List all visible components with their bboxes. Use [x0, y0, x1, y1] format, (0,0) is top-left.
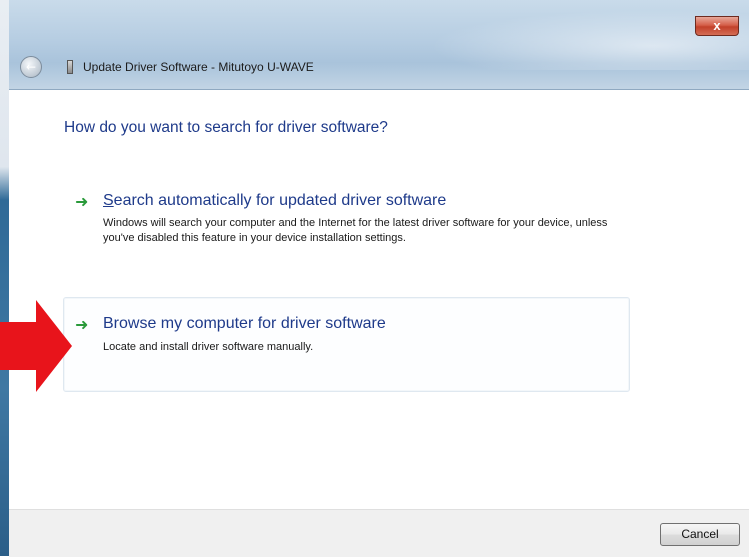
page-heading: How do you want to search for driver sof… — [64, 119, 388, 136]
browse-computer-option[interactable]: ➜ Browse my computer for driver software… — [63, 297, 630, 392]
device-icon — [67, 60, 73, 74]
option-description: Locate and install driver software manua… — [103, 341, 314, 353]
option-description: Windows will search your computer and th… — [103, 217, 608, 244]
green-arrow-icon: ➜ — [75, 192, 89, 211]
dialog-footer: Cancel — [9, 509, 749, 557]
window-title: Update Driver Software - Mitutoyo U-WAVE — [83, 60, 314, 74]
option-title: Browse my computer for driver software — [103, 315, 386, 332]
desktop-background — [0, 0, 9, 556]
red-arrow-shape — [0, 300, 72, 392]
option-access-key: S — [103, 192, 114, 209]
back-arrow-icon[interactable]: ← — [20, 56, 42, 78]
green-arrow-icon: ➜ — [75, 315, 89, 334]
option-title: Search automatically for updated driver … — [103, 192, 446, 210]
close-button[interactable]: x — [695, 16, 739, 36]
red-arrow-icon — [0, 300, 72, 392]
update-driver-dialog: ← Update Driver Software - Mitutoyo U-WA… — [9, 0, 749, 557]
option-title-text: earch automatically for updated driver s… — [113, 192, 447, 209]
search-automatically-option[interactable]: ➜ Search automatically for updated drive… — [63, 185, 630, 271]
title-bar[interactable]: ← Update Driver Software - Mitutoyo U-WA… — [9, 0, 749, 90]
cancel-button[interactable]: Cancel — [660, 523, 740, 546]
